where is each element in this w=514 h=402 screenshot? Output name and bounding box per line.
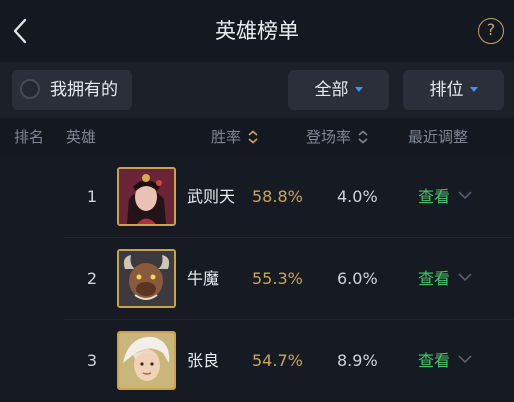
filter-bar: 我拥有的 全部 排位 [0,62,514,118]
hero-winrate: 58.8% [252,187,303,206]
caret-down-icon [354,87,363,92]
column-winrate-sort[interactable]: 胜率 [211,118,259,156]
view-link[interactable]: 查看 [418,238,450,320]
hero-list: 1 武则天 58.8% 4.0% 查看 2 牛魔 55.3% 6.0% 查看 3… [0,156,514,400]
chevron-down-icon[interactable] [458,272,472,282]
hero-pickrate: 6.0% [337,269,378,288]
help-circle-icon[interactable]: ? [478,18,504,44]
hero-name: 牛魔 [187,269,220,288]
column-header-row: 排名 英雄 胜率 登场率 最近调整 [0,118,514,156]
hero-rank: 3 [86,351,98,370]
hero-winrate: 55.3% [252,269,303,288]
column-rank: 排名 [14,128,45,146]
top-bar: 英雄榜单 ? [0,0,514,62]
column-recent: 最近调整 [408,128,469,146]
owned-filter-toggle[interactable]: 我拥有的 [12,70,132,110]
chevron-down-icon[interactable] [458,354,472,364]
hero-rank: 2 [86,269,98,288]
hero-winrate: 54.7% [252,351,303,370]
hero-avatar-zhangliang[interactable] [117,331,176,390]
hero-avatar-wuzetian[interactable] [117,167,176,226]
hero-pickrate: 4.0% [337,187,378,206]
radio-circle-icon[interactable] [20,79,40,99]
hero-name: 张良 [187,351,220,370]
column-pickrate-label: 登场率 [306,128,352,146]
caret-down-icon [469,87,478,92]
owned-filter-label: 我拥有的 [50,80,118,100]
sort-icon-active [248,129,258,144]
column-pickrate-sort[interactable]: 登场率 [306,118,369,156]
rank-mode-dropdown[interactable]: 排位 [403,70,504,110]
chevron-down-icon[interactable] [458,190,472,200]
view-link[interactable]: 查看 [418,320,450,402]
rank-mode-label: 排位 [429,80,464,100]
column-winrate-label: 胜率 [211,128,242,146]
all-filter-label: 全部 [314,80,349,100]
hero-pickrate: 8.9% [337,351,378,370]
column-hero: 英雄 [66,128,97,146]
hero-row[interactable]: 3 张良 54.7% 8.9% 查看 [0,320,514,402]
hero-avatar-niumo[interactable] [117,249,176,308]
page-title: 英雄榜单 [215,19,299,43]
all-filter-dropdown[interactable]: 全部 [288,70,389,110]
hero-name: 武则天 [187,187,236,206]
sort-icon [358,129,368,144]
hero-row[interactable]: 1 武则天 58.8% 4.0% 查看 [0,156,514,238]
hero-row[interactable]: 2 牛魔 55.3% 6.0% 查看 [0,238,514,320]
hero-rank: 1 [86,187,98,206]
view-link[interactable]: 查看 [418,156,450,238]
